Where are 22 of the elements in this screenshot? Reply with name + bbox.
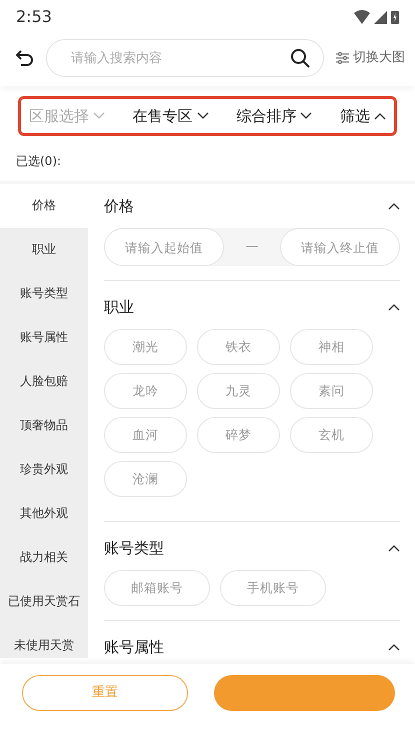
max-price-field[interactable]: 请输入终止值 bbox=[280, 228, 400, 266]
filter-tab[interactable]: 筛选 bbox=[340, 104, 386, 128]
section-title: 价格 bbox=[104, 196, 134, 217]
option-chip[interactable]: 血河 bbox=[104, 417, 187, 453]
battery-icon bbox=[391, 10, 399, 24]
search-field[interactable]: 请输入搜索内容 bbox=[46, 39, 324, 77]
signal-icon bbox=[374, 10, 387, 24]
min-price-field[interactable]: 请输入起始值 bbox=[104, 228, 224, 266]
section-title: 账号类型 bbox=[104, 538, 164, 559]
section-title: 职业 bbox=[104, 296, 134, 318]
back-icon[interactable] bbox=[16, 50, 34, 66]
selected-count: 已选(0): bbox=[16, 154, 62, 168]
section-title: 账号属性 bbox=[104, 636, 164, 658]
search-icon[interactable] bbox=[290, 48, 310, 68]
filter-tab[interactable]: 在售专区 bbox=[132, 104, 209, 128]
sidebar-item[interactable]: 价格 bbox=[0, 184, 88, 228]
sliders-icon bbox=[336, 52, 349, 64]
filter-tab[interactable]: 综合排序 bbox=[236, 104, 312, 128]
range-separator: — bbox=[246, 238, 258, 256]
view-toggle[interactable]: 切换大图 bbox=[336, 48, 405, 68]
status-time: 2:53 bbox=[16, 6, 52, 28]
wifi-icon bbox=[354, 10, 370, 24]
